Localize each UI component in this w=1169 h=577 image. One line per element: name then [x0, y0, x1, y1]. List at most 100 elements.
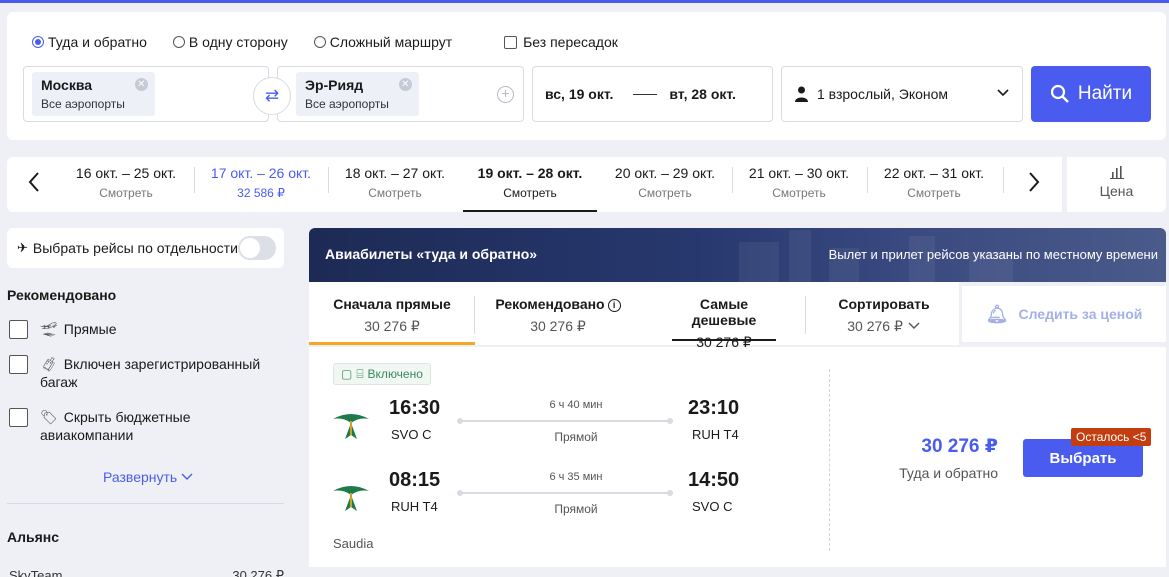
clear-destination-icon[interactable]: ✕	[398, 78, 412, 91]
dates-field[interactable]: вс, 19 окт. вт, 28 окт.	[532, 66, 773, 122]
outbound-segment: 16:30 SVO C 6 ч 40 мин Прямой 23:10 RUH …	[331, 395, 751, 455]
depart-date: вс, 19 окт.	[545, 86, 614, 102]
separate-flights-toggle-card[interactable]: ✈ Выбрать рейсы по отдельности	[7, 228, 284, 268]
saudia-logo-icon	[333, 414, 369, 439]
origin-chip[interactable]: Москва Все аэропорты ✕	[32, 72, 155, 116]
alliance-item-skyteam[interactable]: SkyTeam 30 276 ₽	[9, 568, 284, 577]
sort-tab-price-row: 30 276 ₽	[806, 318, 962, 335]
saudia-logo-icon	[333, 486, 369, 511]
sort-tab-sort-dropdown[interactable]: Сортировать 30 276 ₽	[806, 282, 962, 345]
bar-chart-icon	[1109, 166, 1124, 179]
expand-label: Развернуть	[103, 469, 178, 485]
track-price-button[interactable]: 🔔︎ Следить за ценой	[962, 286, 1166, 342]
filter-checkbox[interactable]	[9, 408, 28, 427]
add-city-plus-icon[interactable]: +	[497, 86, 514, 103]
sort-tab-nonstop-first[interactable]: Сначала прямые 30 276 ₽	[309, 282, 475, 345]
sort-tab-recommended[interactable]: Рекомендовано i 30 276 ₽	[475, 282, 641, 345]
filter-baggage[interactable]: 🧳︎ Включен зарегистрированный багаж	[9, 355, 269, 391]
return-date: вт, 28 окт.	[669, 86, 736, 102]
sort-tab-title: Самые дешевые	[691, 296, 757, 328]
date-range: 17 окт. – 26 окт.	[210, 165, 312, 181]
passengers-field[interactable]: 1 взрослый, Эконом	[781, 66, 1023, 122]
sort-bar: Сначала прямые 30 276 ₽ Рекомендовано i 3…	[309, 282, 962, 350]
arrival-airport: RUH T4	[692, 427, 739, 442]
radio-icon[interactable]	[313, 36, 326, 48]
strip-prev-chevron-left-icon[interactable]	[27, 171, 41, 199]
nonstop-checkbox[interactable]: Без пересадок	[504, 34, 618, 50]
arrival-time: 23:10	[688, 397, 740, 419]
date-dash	[633, 93, 658, 95]
date-cell-active[interactable]: 19 окт. – 28 окт. Смотреть	[463, 157, 597, 212]
hand-luggage-icon: ▢	[341, 367, 353, 381]
origin-field[interactable]: Москва Все аэропорты ✕	[23, 66, 269, 122]
swap-cities-button[interactable]: ⇄	[253, 77, 291, 115]
filter-checkbox[interactable]	[9, 355, 28, 374]
trip-option-label: В одну сторону	[188, 34, 288, 50]
carrier-name: Saudia	[333, 536, 374, 551]
date-cell[interactable]: 17 окт. – 26 окт. 32 586 ₽	[194, 157, 328, 212]
takeoff-icon: 🛫︎	[40, 321, 58, 337]
nonstop-label: Без пересадок	[523, 34, 618, 50]
flight-duration: 6 ч 35 мин	[549, 471, 603, 483]
date-range: 18 окт. – 27 окт.	[344, 165, 446, 181]
price-tab-label: Цена	[1099, 183, 1134, 199]
trip-option-roundtrip[interactable]: Туда и обратно	[32, 34, 147, 50]
flight-card[interactable]: ▢ ⌸ Включено 16:30 SVO C 6 ч 40 мин Прям…	[309, 347, 1166, 567]
filter-label-text: Включен зарегистрированный багаж	[40, 356, 261, 390]
ticket-price: 30 276 ₽	[921, 436, 998, 457]
chevron-down-icon	[181, 473, 193, 480]
filter-budget-airlines[interactable]: 🏷︎ Скрыть бюджетные авиакомпании	[9, 408, 249, 444]
results-title: Авиабилеты «туда и обратно»	[325, 246, 538, 262]
arrival-airport: SVO C	[692, 499, 733, 514]
sort-tab-title-text: Рекомендовано	[495, 296, 605, 312]
expand-filters-link[interactable]: Развернуть	[103, 469, 193, 485]
destination-chip[interactable]: Эр-Рияд Все аэропорты ✕	[296, 72, 419, 116]
bell-icon: 🔔︎	[985, 303, 1009, 324]
info-icon[interactable]: i	[607, 299, 621, 312]
strip-next-chevron-right-icon[interactable]	[1027, 171, 1041, 199]
suitcase-icon: 🧳︎	[40, 356, 58, 372]
date-cell[interactable]: 20 окт. – 29 окт. Смотреть	[598, 157, 732, 212]
checkbox-icon[interactable]	[504, 35, 518, 49]
clear-origin-icon[interactable]: ✕	[134, 78, 148, 91]
filter-checkbox[interactable]	[9, 320, 28, 339]
radio-selected-icon[interactable]	[32, 36, 44, 48]
radio-icon[interactable]	[172, 36, 185, 48]
separate-flights-switch[interactable]	[238, 236, 276, 260]
sort-tab-title: Сначала прямые	[333, 296, 451, 312]
trip-option-multicity[interactable]: Сложный маршрут	[313, 34, 453, 50]
search-panel: Туда и обратно В одну сторону Сложный ма…	[7, 12, 1166, 140]
card-divider	[829, 369, 830, 551]
date-cell[interactable]: 22 окт. – 31 окт. Смотреть	[867, 157, 1001, 212]
filter-nonstop[interactable]: 🛫︎ Прямые	[9, 320, 117, 339]
trip-option-label: Сложный маршрут	[329, 34, 453, 50]
date-cell[interactable]: 16 окт. – 25 окт. Смотреть	[59, 157, 193, 212]
date-separator	[1003, 167, 1004, 193]
toggle-label: Выбрать рейсы по отдельности	[32, 240, 238, 256]
sort-tab-title: Рекомендовано i	[475, 296, 641, 312]
sort-tab-cheapest[interactable]: Самые дешевые 30 276 ₽	[672, 282, 776, 350]
local-time-note: Вылет и прилет рейсов указаны по местном…	[828, 247, 1158, 262]
filter-label: 🏷︎ Скрыть бюджетные авиакомпании	[40, 408, 249, 444]
stops-label: Прямой	[554, 430, 598, 444]
date-value: Смотреть	[772, 186, 826, 200]
trip-option-oneway[interactable]: В одну сторону	[172, 34, 288, 50]
results-banner: Авиабилеты «туда и обратно» Вылет и прил…	[309, 228, 1166, 282]
trip-option-label: Туда и обратно	[48, 34, 147, 50]
price-chart-tab[interactable]: Цена	[1067, 157, 1166, 212]
date-cell[interactable]: 21 окт. – 30 окт. Смотреть	[732, 157, 866, 212]
person-icon	[795, 86, 808, 102]
destination-airports: Все аэропорты	[305, 97, 389, 111]
sort-tab-price: 30 276 ₽	[847, 318, 903, 334]
destination-field[interactable]: Эр-Рияд Все аэропорты ✕ +	[277, 66, 524, 122]
baggage-included-badge: ▢ ⌸ Включено	[333, 363, 431, 385]
date-cell[interactable]: 18 окт. – 27 окт. Смотреть	[328, 157, 462, 212]
departure-airport: SVO C	[391, 427, 432, 442]
plane-icon: ✈	[17, 240, 28, 255]
date-value: Смотреть	[638, 186, 692, 200]
find-button[interactable]: Найти	[1031, 66, 1151, 122]
alliance-price: 30 276 ₽	[232, 568, 284, 577]
date-value: 32 586 ₽	[237, 186, 285, 200]
sort-tab-title: Сортировать	[838, 296, 930, 312]
filter-label: 🧳︎ Включен зарегистрированный багаж	[40, 355, 269, 391]
